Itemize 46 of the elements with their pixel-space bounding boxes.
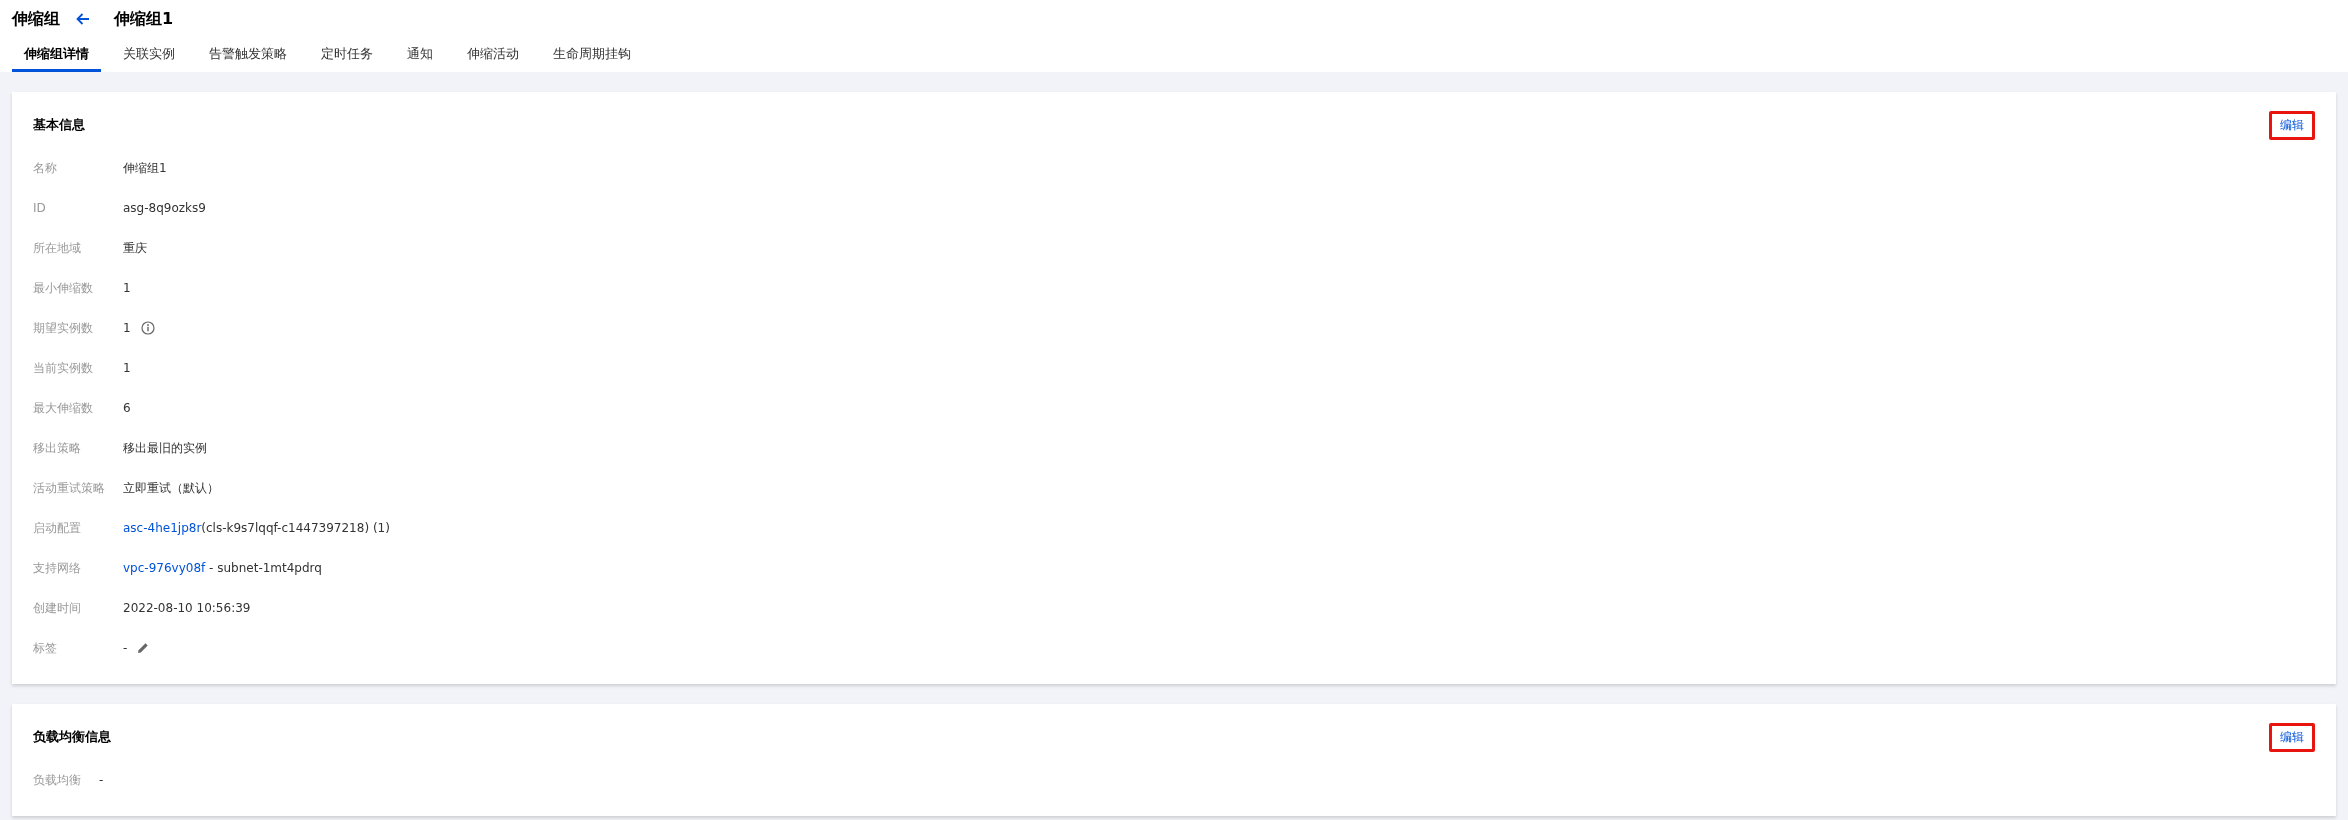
- edit-button[interactable]: 编辑: [2269, 722, 2315, 752]
- breadcrumb-link[interactable]: 伸缩组: [12, 8, 60, 30]
- field-label: 创建时间: [33, 599, 82, 617]
- back-arrow-icon[interactable]: [76, 13, 90, 25]
- field-value: 1: [123, 281, 131, 295]
- info-icon[interactable]: [140, 321, 155, 335]
- field-value: -: [99, 773, 104, 787]
- tab[interactable]: 告警触发策略: [197, 38, 299, 72]
- field-value: 伸缩组1: [123, 159, 167, 177]
- tab[interactable]: 定时任务: [309, 38, 385, 72]
- field-value: 移出最旧的实例: [123, 439, 207, 457]
- field-label: 支持网络: [33, 559, 82, 577]
- tab[interactable]: 伸缩活动: [455, 38, 531, 72]
- field-value: 1: [123, 321, 131, 335]
- field-label: 标签: [33, 639, 58, 657]
- field-label: 负载均衡: [33, 771, 81, 789]
- section-title: 基本信息: [33, 116, 85, 134]
- tab[interactable]: 生命周期挂钩: [541, 38, 643, 72]
- field-label: 期望实例数: [33, 319, 94, 337]
- tab[interactable]: 通知: [395, 38, 445, 72]
- field-label: 名称: [33, 159, 58, 177]
- pencil-icon[interactable]: [137, 642, 150, 654]
- field-value: 重庆: [123, 239, 147, 257]
- section-title: 负载均衡信息: [33, 728, 111, 746]
- field-label: 启动配置: [33, 519, 82, 537]
- field-label: 最小伸缩数: [33, 279, 94, 297]
- field-label: ID: [33, 200, 47, 217]
- value-link[interactable]: vpc-976vy08f: [123, 561, 206, 575]
- field-value: 1: [123, 361, 131, 375]
- field-value: (cls-k9s7lqqf-c1447397218) (1): [201, 521, 390, 535]
- tab[interactable]: 伸缩组详情: [12, 38, 101, 72]
- field-label: 所在地域: [33, 239, 82, 257]
- value-link[interactable]: asc-4he1jp8r: [123, 521, 202, 535]
- field-value: 6: [123, 401, 131, 415]
- field-value: -: [123, 641, 128, 655]
- edit-button[interactable]: 编辑: [2269, 110, 2315, 140]
- field-value: asg-8q9ozks9: [123, 201, 206, 215]
- field-label: 移出策略: [33, 439, 82, 457]
- field-value: 立即重试（默认）: [123, 479, 219, 497]
- page-title: 伸缩组1: [114, 8, 174, 30]
- tab[interactable]: 关联实例: [111, 38, 187, 72]
- field-value: 2022-08-10 10:56:39: [123, 601, 251, 615]
- field-label: 活动重试策略: [33, 479, 105, 497]
- field-label: 当前实例数: [33, 359, 94, 377]
- field-value: - subnet-1mt4pdrq: [208, 561, 322, 575]
- field-label: 最大伸缩数: [33, 399, 94, 417]
